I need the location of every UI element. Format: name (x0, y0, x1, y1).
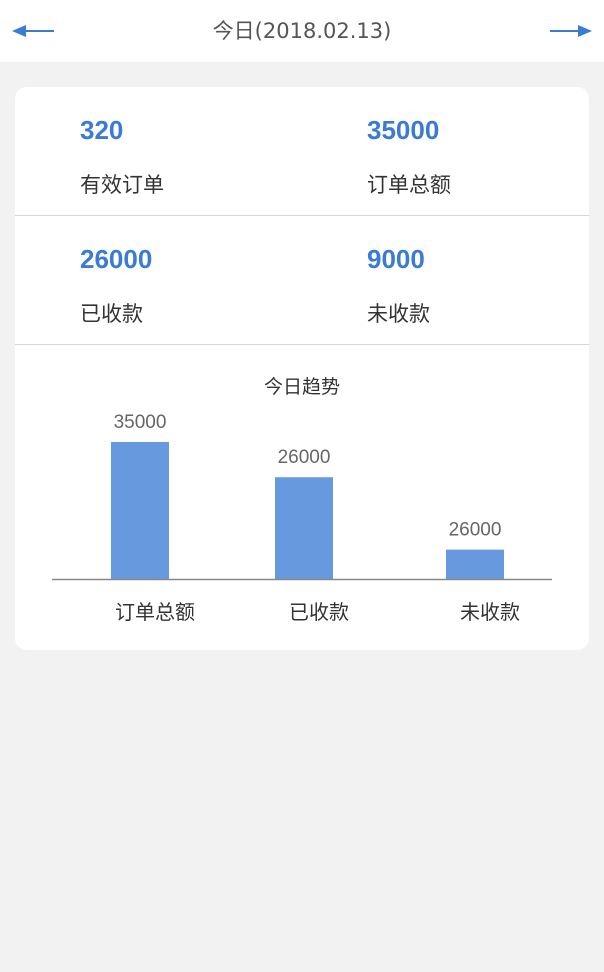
stat-unreceived[interactable]: 9000 未收款 (367, 216, 567, 345)
stat-order-total[interactable]: 35000 订单总额 (367, 87, 567, 216)
stat-label: 订单总额 (367, 173, 451, 197)
category-label: 未收款 (460, 600, 520, 624)
stat-received[interactable]: 26000 已收款 (80, 216, 280, 345)
trend-chart: 35000 订单总额 26000 已收款 26000 未收款 (15, 397, 589, 637)
stat-label: 未收款 (367, 302, 430, 326)
bar-0 (111, 442, 169, 579)
stat-value: 26000 (80, 244, 153, 274)
arrow-right-icon (550, 25, 592, 37)
stat-value: 320 (80, 115, 124, 145)
bar-data-label: 35000 (114, 412, 167, 433)
top-bar: 今日(2018.02.13) (0, 0, 604, 62)
stat-label: 已收款 (80, 302, 143, 326)
stat-value: 9000 (367, 244, 425, 274)
page-title: 今日(2018.02.13) (212, 19, 392, 43)
bar-1 (275, 477, 333, 579)
bar-data-label: 26000 (449, 520, 502, 541)
stat-row: 320 有效订单 35000 订单总额 (15, 87, 589, 216)
stat-value: 35000 (367, 115, 440, 145)
stat-label: 有效订单 (80, 173, 164, 197)
bar-data-label: 26000 (278, 447, 331, 468)
stat-row: 26000 已收款 9000 未收款 (15, 216, 589, 345)
bar-2 (446, 549, 504, 579)
summary-card: 320 有效订单 35000 订单总额 26000 已收款 9000 未收款 今… (15, 87, 589, 650)
category-label: 订单总额 (115, 600, 195, 624)
next-day-button[interactable] (548, 21, 592, 41)
chart-title: 今日趋势 (263, 376, 340, 398)
category-label: 已收款 (289, 600, 349, 624)
trend-chart-svg: 35000 订单总额 26000 已收款 26000 未收款 (52, 412, 552, 624)
stat-valid-orders[interactable]: 320 有效订单 (80, 87, 280, 216)
